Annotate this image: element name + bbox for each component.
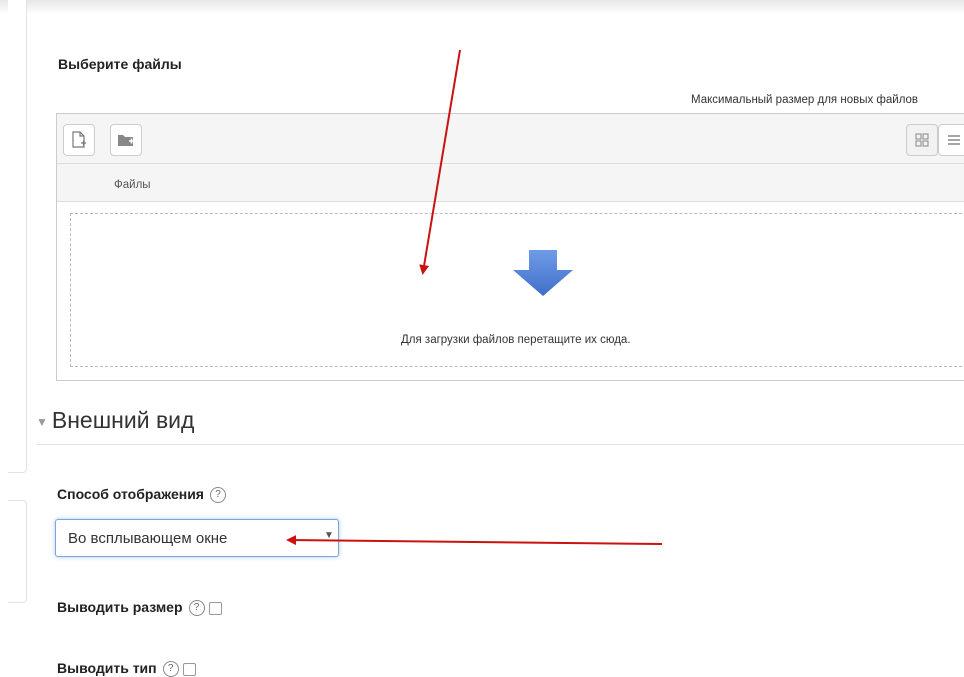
display-mode-label: Способ отображения? <box>57 486 226 504</box>
drop-text: Для загрузки файлов перетащите их сюда. <box>401 334 631 346</box>
help-icon[interactable]: ? <box>162 661 179 677</box>
collapse-triangle-icon: ▼ <box>36 414 48 429</box>
add-file-button[interactable] <box>63 124 95 156</box>
display-mode-value: Во всплывающем окне <box>68 530 228 547</box>
file-picker-toolbar <box>57 114 964 164</box>
sidebar-panel-bottom <box>8 500 27 603</box>
folder-add-icon <box>118 135 134 146</box>
list-view-icon <box>948 135 960 145</box>
show-type-row: Выводить тип? <box>57 660 196 677</box>
grid-view-icon <box>915 133 929 147</box>
view-icons-button[interactable] <box>906 124 938 156</box>
help-icon[interactable]: ? <box>188 600 205 617</box>
show-size-checkbox[interactable] <box>208 601 222 615</box>
file-picker: Файлы Для загрузки файлов перетащите их … <box>56 113 964 381</box>
view-list-button[interactable] <box>938 124 964 156</box>
choose-files-label: Выберите файлы <box>58 56 182 72</box>
top-shadow <box>0 0 964 14</box>
file-add-icon <box>72 131 86 148</box>
file-list-header: Файлы <box>57 164 964 202</box>
display-mode-select[interactable]: Во всплывающем окне ▼ <box>55 519 339 557</box>
chevron-down-icon: ▼ <box>324 530 334 541</box>
help-icon[interactable]: ? <box>209 487 226 504</box>
display-mode-label-text: Способ отображения <box>57 486 204 502</box>
sidebar-panel-top <box>8 0 27 473</box>
show-type-label: Выводить тип <box>57 660 157 676</box>
section-divider <box>36 444 964 445</box>
show-size-row: Выводить размер? <box>57 599 222 617</box>
appearance-section-title: Внешний вид <box>51 407 195 433</box>
max-size-text: Максимальный размер для новых файлов <box>691 94 919 106</box>
download-arrow-icon <box>513 250 573 296</box>
show-size-label: Выводить размер <box>57 599 183 615</box>
annotation-arrow-select <box>286 535 663 546</box>
column-files: Файлы <box>114 179 151 191</box>
create-folder-button[interactable] <box>110 124 142 156</box>
appearance-section-header[interactable]: ▼ Внешний вид <box>36 407 194 434</box>
show-type-checkbox[interactable] <box>182 662 196 676</box>
drop-zone[interactable]: Для загрузки файлов перетащите их сюда. <box>70 213 964 367</box>
